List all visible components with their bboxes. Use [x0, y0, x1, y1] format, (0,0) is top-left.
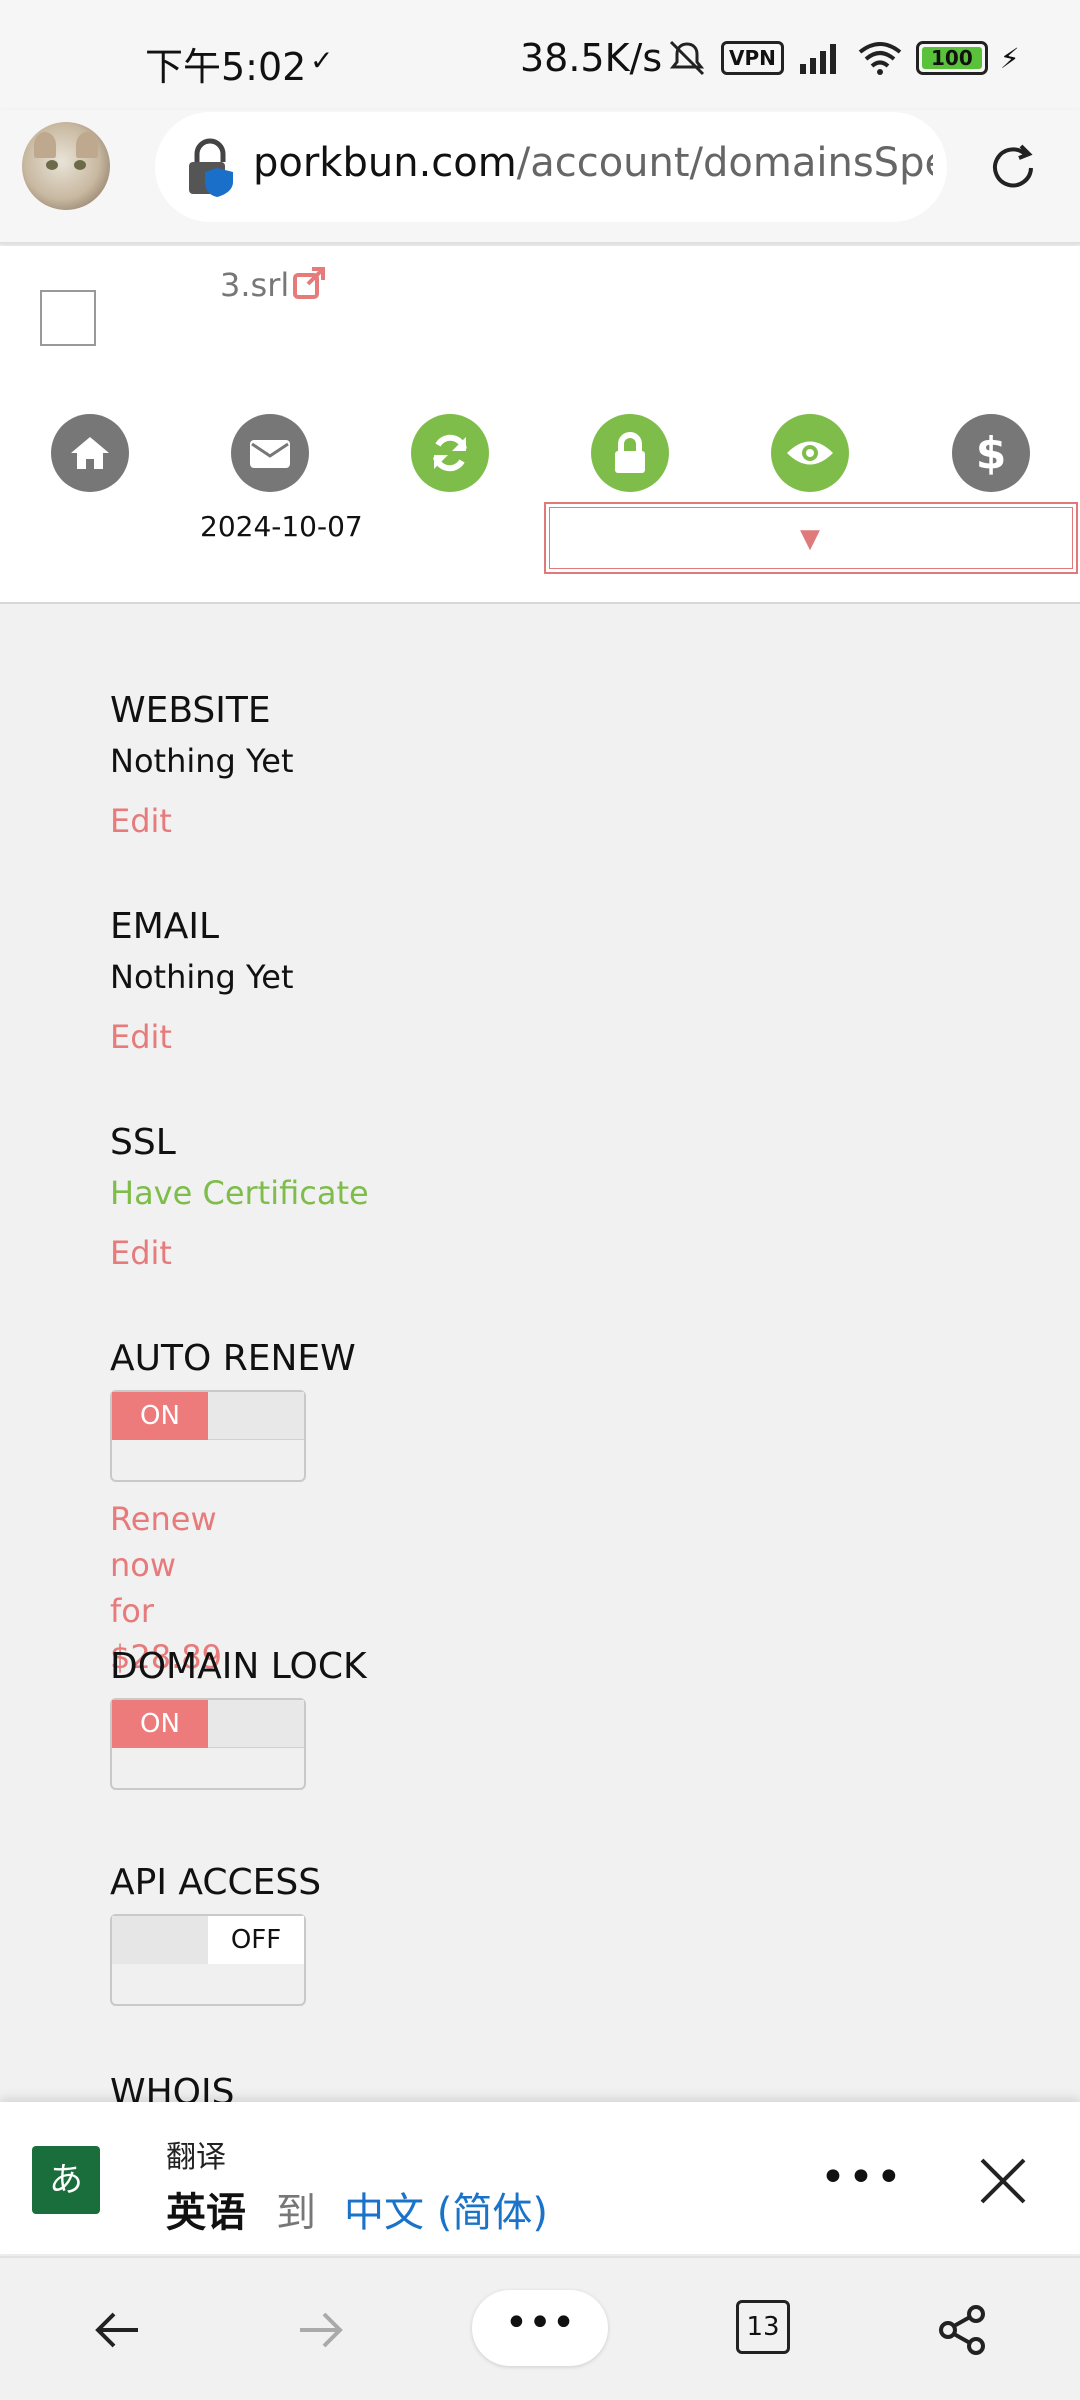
- back-icon[interactable]: [90, 2302, 146, 2358]
- auto-renew-label: AUTO RENEW: [110, 1338, 356, 1379]
- email-value: Nothing Yet: [110, 958, 294, 996]
- charging-icon: ⚡: [999, 41, 1020, 75]
- domain-name[interactable]: 3.srl: [220, 266, 289, 304]
- renew-icon[interactable]: [411, 414, 489, 492]
- forward-icon[interactable]: [292, 2302, 348, 2358]
- api-access-label: API ACCESS: [110, 1862, 322, 1903]
- status-bar: 下午5:02 ✓ 38.5K/s VPN 100 ⚡: [0, 0, 1080, 110]
- website-edit-link[interactable]: Edit: [110, 802, 172, 840]
- email-label: EMAIL: [110, 906, 220, 947]
- email-date: 2024-10-07: [200, 510, 363, 543]
- caret-down-icon: ▼: [800, 524, 820, 554]
- domain-lock-toggle[interactable]: ON: [110, 1698, 306, 1790]
- dropdown-select[interactable]: ▼: [544, 502, 1078, 574]
- reload-icon[interactable]: [985, 140, 1041, 196]
- translate-target-language[interactable]: 中文 (简体): [344, 2180, 548, 2238]
- address-bar: porkbun.com/account/domainsSpeedy: [0, 110, 1080, 244]
- external-link-icon[interactable]: [292, 266, 326, 300]
- lock-icon[interactable]: [591, 414, 669, 492]
- whois-label: WHOIS: [110, 2072, 235, 2102]
- email-edit-link[interactable]: Edit: [110, 1018, 172, 1056]
- mail-icon[interactable]: [231, 414, 309, 492]
- wifi-icon: [858, 42, 902, 75]
- ssl-edit-link[interactable]: Edit: [110, 1234, 172, 1272]
- check-icon: ✓: [310, 44, 334, 77]
- ssl-label: SSL: [110, 1122, 176, 1163]
- close-icon[interactable]: [978, 2156, 1028, 2206]
- status-time: 下午5:02: [145, 45, 307, 89]
- network-speed: 38.5K/s: [520, 36, 663, 80]
- menu-more-button[interactable]: •••: [472, 2290, 608, 2366]
- translate-bar: あ 翻译 英语 到 中文 (简体) •••: [0, 2102, 1080, 2254]
- vpn-badge: VPN: [721, 41, 784, 75]
- tabs-button[interactable]: 13: [736, 2300, 790, 2354]
- website-value: Nothing Yet: [110, 742, 294, 780]
- translate-more-button[interactable]: •••: [820, 2152, 904, 2203]
- eye-icon[interactable]: [771, 414, 849, 492]
- auto-renew-toggle[interactable]: ON: [110, 1390, 306, 1482]
- mute-icon: [669, 40, 705, 76]
- home-icon[interactable]: [51, 414, 129, 492]
- dollar-icon[interactable]: $: [952, 414, 1030, 492]
- url-text: porkbun.com/account/domainsSpeedy: [253, 140, 933, 186]
- translate-to-word: 到: [276, 2190, 316, 2236]
- share-icon[interactable]: [934, 2302, 990, 2358]
- website-label: WEBSITE: [110, 690, 271, 731]
- translate-icon: あ: [32, 2146, 100, 2214]
- signal-icon: [799, 44, 836, 74]
- battery-icon: 100: [915, 41, 988, 75]
- ssl-value: Have Certificate: [110, 1174, 369, 1212]
- lock-shield-icon: [189, 138, 233, 197]
- api-access-toggle[interactable]: OFF: [110, 1914, 306, 2006]
- domain-lock-label: DOMAIN LOCK: [110, 1646, 367, 1687]
- avatar[interactable]: [22, 122, 110, 210]
- domain-checkbox[interactable]: [40, 290, 96, 346]
- bottom-nav: ••• 13: [0, 2256, 1080, 2400]
- domain-row: 3.srl $ 2024-10-07 ▼: [0, 246, 1080, 604]
- translate-title: 翻译: [166, 2140, 226, 2175]
- url-field[interactable]: porkbun.com/account/domainsSpeedy: [155, 112, 947, 222]
- translate-source-language[interactable]: 英语: [166, 2180, 246, 2238]
